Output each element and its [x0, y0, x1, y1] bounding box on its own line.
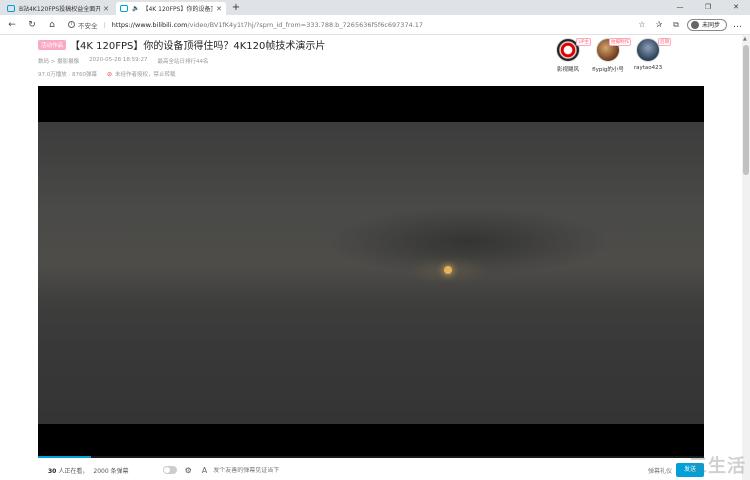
favorites-icon[interactable]: ✰ [652, 20, 666, 29]
event-badge[interactable]: 活动作品 [38, 39, 67, 50]
tab-bilibili-announcement[interactable]: B站4K120FPS投稿权益全面开放 ✕ [3, 2, 113, 15]
reprint-warning: ⊘ 未经作者授权，禁止转载 [107, 70, 176, 79]
video-frame[interactable] [38, 122, 704, 424]
url-host: https://www.bilibili.com [111, 20, 188, 29]
sun-in-frame [444, 266, 452, 274]
no-entry-icon: ⊘ [107, 70, 113, 78]
video-meta: 数码 > 摄影摄像 2020-05-28 18:59:27 最高全站日排行44名 [38, 57, 538, 65]
viewer-label: 人正在看， [58, 467, 89, 475]
bilibili-tv-icon [7, 5, 15, 12]
close-icon[interactable]: ✕ [103, 5, 109, 13]
uploader-name[interactable]: 影视飓风 [557, 65, 579, 73]
role-tag: UP主 [576, 38, 591, 46]
scroll-up-icon[interactable]: ▲ [743, 36, 747, 42]
rank-link[interactable]: 最高全站日排行44名 [158, 57, 209, 65]
video-info: 活动作品 【4K 120FPS】你的设备顶得住吗？4K120帧技术演示片 数码 … [38, 38, 538, 78]
tab-title: B站4K120FPS投稿权益全面开放 [19, 6, 101, 13]
progress-fill [38, 456, 92, 458]
tab-title: 【4K 120FPS】你的设备顶得 [142, 6, 213, 13]
url-field[interactable]: i 不安全 | https://www.bilibili.com/video/B… [68, 20, 632, 30]
danmaku-input[interactable] [213, 466, 514, 474]
avatar[interactable] [636, 38, 660, 62]
tab-video[interactable]: 🔈 【4K 120FPS】你的设备顶得 ✕ [116, 2, 226, 15]
uploader-name[interactable]: raytao423 [634, 65, 662, 71]
uploader-card[interactable]: 拍摄制作 flypig的小号 [592, 38, 631, 73]
close-icon[interactable]: ✕ [216, 5, 222, 13]
divider: | [103, 20, 106, 29]
favorite-star-icon[interactable]: ☆ [635, 20, 649, 29]
address-bar-row: ← ↻ ⌂ i 不安全 | https://www.bilibili.com/v… [0, 15, 750, 35]
danmaku-input-wrap: A [202, 466, 648, 475]
url-path: /video/BV1fK4y1t7hj/?spm_id_from=333.788… [187, 20, 424, 29]
collections-icon[interactable]: ⧉ [669, 20, 683, 30]
scrollbar-thumb[interactable] [743, 45, 749, 175]
danmaku-count: 2000 条弹幕 [93, 467, 129, 475]
minimize-button[interactable]: — [666, 0, 694, 15]
tab-strip: B站4K120FPS投稿权益全面开放 ✕ 🔈 【4K 120FPS】你的设备顶得… [0, 0, 750, 15]
restore-button[interactable]: ❐ [694, 0, 722, 15]
url-text[interactable]: https://www.bilibili.com/video/BV1fK4y1t… [112, 21, 423, 29]
window-controls: — ❐ ✕ [666, 0, 750, 15]
close-window-button[interactable]: ✕ [722, 0, 750, 15]
role-tag: 后期 [658, 38, 671, 46]
category-breadcrumb[interactable]: 数码 > 摄影摄像 [38, 57, 79, 65]
text-style-icon[interactable]: A [202, 466, 207, 475]
uploader-list: UP主 影视飓风 拍摄制作 flypig的小号 后期 raytao423 [553, 38, 671, 73]
bilibili-tv-icon [120, 5, 128, 12]
viewer-count: 30 人正在看， [48, 466, 88, 475]
toolbar-right: ☆ ✰ ⧉ 未同步 … [632, 18, 742, 31]
back-button[interactable]: ← [4, 20, 20, 30]
danmaku-settings-icon[interactable]: ⚙ [185, 466, 192, 475]
uploader-card[interactable]: UP主 影视飓风 [553, 38, 591, 73]
video-player[interactable] [38, 86, 704, 458]
video-title: 【4K 120FPS】你的设备顶得住吗？4K120帧技术演示片 [70, 41, 326, 52]
warning-text: 未经作者授权，禁止转载 [115, 72, 176, 78]
video-stats: 97.0万播放 · 8760弹幕 ⊘ 未经作者授权，禁止转载 [38, 70, 538, 79]
etiquette-link[interactable]: 弹幕礼仪 [648, 466, 672, 475]
role-tag: 拍摄制作 [609, 38, 631, 46]
info-icon[interactable]: i [68, 21, 75, 28]
progress-bar[interactable] [38, 456, 704, 458]
viewer-number: 30 [48, 467, 57, 475]
uploader-name[interactable]: flypig的小号 [592, 65, 624, 73]
danmaku-bar: 30人正在看， 2000 条弹幕 ⚙ A 弹幕礼仪 发送 [38, 460, 704, 480]
uploader-card[interactable]: 后期 raytao423 [633, 38, 671, 73]
speaker-icon[interactable]: 🔈 [132, 5, 139, 12]
title-row: 活动作品 【4K 120FPS】你的设备顶得住吗？4K120帧技术演示片 [38, 38, 538, 52]
publish-date: 2020-05-28 18:59:27 [89, 57, 148, 63]
profile-avatar [690, 20, 699, 29]
sync-button[interactable]: 未同步 [686, 18, 727, 31]
danmaku-toggle[interactable] [162, 466, 177, 474]
home-button[interactable]: ⌂ [44, 20, 60, 30]
more-menu-button[interactable]: … [733, 20, 742, 30]
page-scrollbar[interactable]: ▲ [742, 35, 750, 480]
watermark-logo: 三生活 [689, 456, 746, 477]
refresh-button[interactable]: ↻ [24, 20, 40, 30]
security-label[interactable]: 不安全 [78, 20, 98, 30]
sync-label: 未同步 [701, 22, 720, 29]
new-tab-button[interactable]: + [229, 2, 243, 15]
play-count: 97.0万播放 · 8760弹幕 [38, 72, 97, 78]
